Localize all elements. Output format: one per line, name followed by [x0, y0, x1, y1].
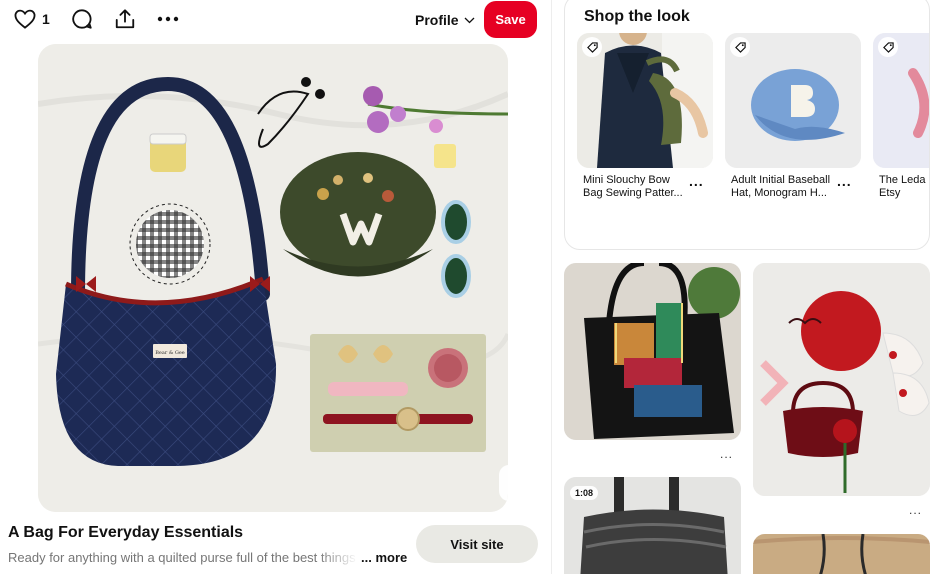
- product-name-line: Adult Initial Baseball: [731, 174, 831, 186]
- pin-image[interactable]: Bear & Gee: [38, 44, 508, 512]
- product-tag-icon-wrap: [582, 37, 602, 57]
- product-more-button[interactable]: ...: [689, 173, 704, 189]
- related-pin-photo-tote: [564, 263, 741, 440]
- shop-product-2[interactable]: Adult Initial Baseball Hat, Monogram H..…: [725, 33, 861, 199]
- chevron-down-icon: [464, 17, 475, 23]
- visual-search-button[interactable]: [499, 510, 508, 512]
- product-image[interactable]: [577, 33, 713, 168]
- pin-title: A Bag For Everyday Essentials: [8, 524, 244, 541]
- related-pin-photo-flatlay: [753, 263, 930, 496]
- related-pin-1-more-button[interactable]: ...: [720, 447, 733, 461]
- price-tag-icon: [734, 41, 746, 53]
- product-name-line: The Leda E: [879, 174, 929, 186]
- description-more-link[interactable]: ... more: [361, 550, 407, 565]
- related-pane: Shop the look Mini Slouchy Bow Bag Sewin…: [552, 0, 936, 574]
- profile-dropdown[interactable]: Profile: [415, 10, 475, 30]
- share-button[interactable]: [113, 6, 137, 32]
- save-button[interactable]: Save: [484, 1, 537, 38]
- heart-icon: [14, 9, 36, 29]
- price-tag-icon: [586, 41, 598, 53]
- product-name[interactable]: Mini Slouchy Bow Bag Sewing Patter...: [583, 174, 687, 200]
- visit-site-button[interactable]: Visit site: [416, 525, 538, 563]
- comment-icon: [72, 9, 92, 29]
- related-pin-2[interactable]: [753, 263, 930, 496]
- like-button[interactable]: 1: [14, 6, 50, 32]
- profile-label: Profile: [415, 12, 459, 28]
- product-name-line: Etsy: [879, 187, 901, 199]
- product-more-button[interactable]: ...: [837, 173, 852, 189]
- video-duration-badge: 1:08: [570, 486, 599, 500]
- product-tag-icon-wrap: [730, 37, 750, 57]
- product-name[interactable]: The Leda E Etsy: [879, 174, 929, 200]
- bag-label-text: Bear & Gee: [155, 350, 185, 356]
- product-image[interactable]: [873, 33, 929, 168]
- product-name-line: Bag Sewing Patter...: [583, 187, 683, 199]
- related-pin-1[interactable]: [564, 263, 741, 440]
- expand-image-button[interactable]: [499, 465, 508, 501]
- shop-product-3[interactable]: The Leda E Etsy: [873, 33, 929, 199]
- comment-button[interactable]: [70, 6, 94, 32]
- more-icon: [157, 16, 179, 22]
- pin-photo-flatlay: Bear & Gee: [38, 44, 508, 512]
- pin-detail-pane: 1 Profile Save Bear & Gee A Bag For Ever…: [0, 0, 548, 574]
- related-pin-3[interactable]: 1:08: [564, 477, 741, 574]
- pin-description: Ready for anything with a quilted purse …: [8, 550, 358, 565]
- related-pin-2-more-button[interactable]: ...: [909, 503, 922, 517]
- price-tag-icon: [882, 41, 894, 53]
- product-name-line: Hat, Monogram H...: [731, 187, 827, 199]
- pin-action-bar: 1 Profile Save: [0, 0, 548, 40]
- shop-the-look-card: Shop the look Mini Slouchy Bow Bag Sewin…: [564, 0, 930, 250]
- product-tag-icon-wrap: [878, 37, 898, 57]
- product-name-line: Mini Slouchy Bow: [583, 174, 670, 186]
- shop-the-look-title: Shop the look: [584, 8, 690, 25]
- related-pin-4[interactable]: [753, 534, 930, 574]
- related-pin-photo-tan: [753, 534, 930, 574]
- like-count: 1: [42, 11, 50, 27]
- share-icon: [115, 9, 135, 29]
- expand-icon: [507, 473, 508, 493]
- product-name[interactable]: Adult Initial Baseball Hat, Monogram H..…: [731, 174, 835, 200]
- product-image[interactable]: [725, 33, 861, 168]
- shop-product-1[interactable]: Mini Slouchy Bow Bag Sewing Patter... ..…: [577, 33, 713, 199]
- more-options-button[interactable]: [156, 6, 180, 32]
